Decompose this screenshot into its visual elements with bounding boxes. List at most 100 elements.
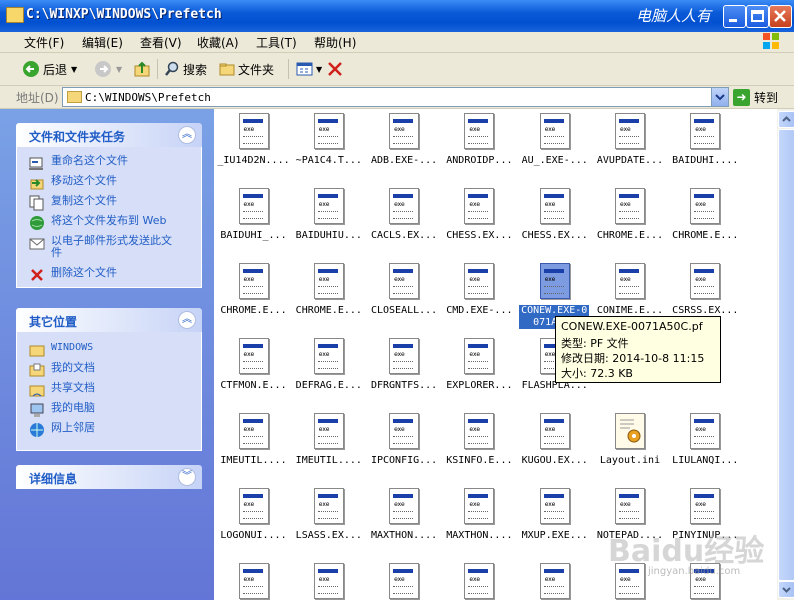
file-item[interactable]: exe CHROME.E... [291,263,366,316]
title-bar[interactable]: C:\WINXP\WINDOWS\Prefetch 电脑人人有 [0,0,794,32]
file-item[interactable]: exe [216,563,291,600]
file-item[interactable]: exe CTFMON.E... [216,338,291,391]
address-dropdown-button[interactable] [711,88,728,106]
back-button[interactable]: 后退 ▼ [22,59,77,79]
vertical-scrollbar[interactable] [777,109,794,600]
file-item[interactable]: exe LSASS.EX... [291,488,366,541]
up-folder-button[interactable] [133,59,151,79]
forward-button[interactable]: ▼ [94,59,122,79]
menu-view[interactable]: 查看(V) [140,34,182,51]
pf-file-icon: exe [539,113,570,149]
maximize-button[interactable] [746,5,769,28]
file-item[interactable]: exe CONIME.E... [593,263,668,316]
corner-watermark: 电脑人人有 [636,7,712,25]
delete-x-icon [31,269,43,281]
collapse-chevron-icon[interactable]: ︽ [178,311,196,329]
file-item[interactable]: exe _IU14D2N.... [216,113,291,166]
file-item[interactable]: exe CMD.EXE-... [442,263,517,316]
scroll-down-button[interactable] [778,581,794,598]
place-windows[interactable]: WINDOWS [29,342,93,358]
email-icon [29,238,45,250]
go-arrow-icon: ➜ [733,88,750,106]
file-item[interactable]: exe CHESS.EX... [517,188,592,241]
file-item[interactable]: exe BAIDUHI.... [668,113,743,166]
file-item[interactable]: exe LOGONUI.... [216,488,291,541]
menu-help[interactable]: 帮助(H) [314,34,356,51]
file-name: EXPLORER... [446,380,513,391]
file-item[interactable]: exe [291,563,366,600]
task-move[interactable]: 移动这个文件 [29,175,117,191]
menu-tools[interactable]: 工具(T) [256,34,297,51]
file-item[interactable]: exe CHROME.E... [668,188,743,241]
forward-dropdown-icon[interactable]: ▼ [116,65,122,74]
file-item[interactable]: exe DFRGNTFS... [367,338,442,391]
file-item[interactable]: exe AU_.EXE-... [517,113,592,166]
close-button[interactable] [769,5,792,28]
file-item[interactable]: exe MAXTHON.... [442,488,517,541]
task-copy[interactable]: 复制这个文件 [29,195,117,211]
file-name: CLOSEALL... [370,305,438,316]
delete-button[interactable] [327,59,343,79]
file-item[interactable]: exe IMEUTIL.... [291,413,366,466]
panel-header[interactable]: 文件和文件夹任务 ︽ [16,123,202,147]
file-item[interactable]: exe DEFRAG.E... [291,338,366,391]
file-item[interactable]: exe MXUP.EXE... [517,488,592,541]
file-item[interactable]: exe AVUPDATE... [593,113,668,166]
file-item[interactable]: exe LIULANQI... [668,413,743,466]
file-item[interactable]: exe BAIDUHIU... [291,188,366,241]
file-item[interactable]: exe CHROME.E... [593,188,668,241]
expand-chevron-icon[interactable]: ︾ [178,468,196,486]
file-item[interactable]: exe IPCONFIG... [367,413,442,466]
menu-favorites[interactable]: 收藏(A) [197,34,239,51]
file-name: ANDROIDP... [446,155,513,166]
file-item[interactable]: Layout.ini [593,413,668,466]
file-item[interactable]: exe CHESS.EX... [442,188,517,241]
address-path: C:\WINDOWS\Prefetch [85,91,211,104]
file-item[interactable]: exe ~PA1C4.T... [291,113,366,166]
task-delete[interactable]: 删除这个文件 [29,267,117,283]
file-item[interactable]: exe EXPLORER... [442,338,517,391]
file-item[interactable]: exe CSRSS.EX... [668,263,743,316]
file-item[interactable]: exe MAXTHON.... [367,488,442,541]
place-my-computer[interactable]: 我的电脑 [29,402,95,418]
file-item[interactable]: exe CHROME.E... [216,263,291,316]
place-network[interactable]: 网上邻居 [29,422,95,438]
place-my-documents[interactable]: 我的文档 [29,362,95,378]
panel-body: 重命名这个文件 移动这个文件 复制这个文件 将这个文件发布到 Web 以电子邮件… [16,147,202,288]
file-item[interactable]: exe KSINFO.E... [442,413,517,466]
views-button[interactable]: ▼ [296,59,322,79]
file-item[interactable]: exe CACLS.EX... [367,188,442,241]
file-item[interactable]: exe ANDROIDP... [442,113,517,166]
task-email[interactable]: 以电子邮件形式发送此文件 [29,235,181,259]
back-dropdown-icon[interactable]: ▼ [71,65,77,74]
file-item[interactable]: exe IMEUTIL.... [216,413,291,466]
file-item[interactable]: exe ADB.EXE-... [367,113,442,166]
file-item[interactable]: exe KUGOU.EX... [517,413,592,466]
file-item[interactable]: exe [367,563,442,600]
file-item[interactable]: exe CLOSEALL... [367,263,442,316]
task-publish-web[interactable]: 将这个文件发布到 Web [29,215,166,231]
toolbar-separator [288,59,289,79]
scroll-up-button[interactable] [778,111,794,128]
scroll-thumb[interactable] [778,129,794,581]
task-rename[interactable]: 重命名这个文件 [29,155,128,171]
address-input[interactable]: C:\WINDOWS\Prefetch [62,87,729,107]
go-button[interactable]: ➜ 转到 [733,87,778,107]
panel-header[interactable]: 其它位置 ︽ [16,308,202,332]
folders-button[interactable]: 文件夹 [219,59,274,79]
place-label: 共享文档 [51,381,95,394]
panel-header[interactable]: 详细信息 ︾ [16,465,202,489]
place-shared-documents[interactable]: 共享文档 [29,382,95,398]
toolbar-separator [157,59,158,79]
search-button[interactable]: 搜索 [164,59,207,79]
menu-file[interactable]: 文件(F) [24,34,64,51]
minimize-button[interactable] [723,5,746,28]
menu-edit[interactable]: 编辑(E) [82,34,123,51]
maximize-icon [751,10,764,22]
collapse-chevron-icon[interactable]: ︽ [178,126,196,144]
file-item[interactable]: exe BAIDUHI_... [216,188,291,241]
pf-file-icon: exe [539,263,570,299]
file-item[interactable]: exe [442,563,517,600]
file-item[interactable]: exe [517,563,592,600]
pf-file-icon: exe [464,563,495,599]
